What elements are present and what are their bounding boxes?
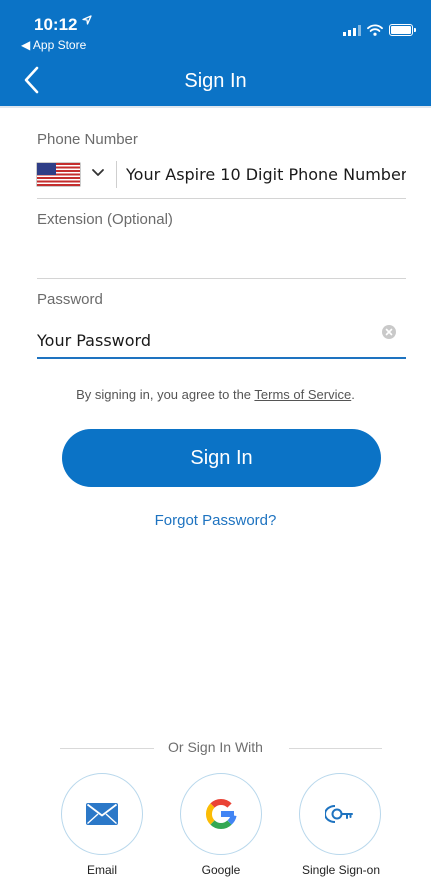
phone-number-input[interactable] [126, 163, 406, 185]
location-arrow-icon [82, 15, 92, 25]
status-icons [343, 24, 416, 36]
single-sign-on-label: Single Sign-on [301, 863, 381, 877]
app-header: 10:12 ◀ App Store Sign In [0, 0, 431, 106]
page-title: Sign In [184, 70, 247, 92]
sign-in-button[interactable]: Sign In [62, 429, 381, 487]
back-to-app-store-link[interactable]: ◀ App Store [21, 38, 86, 52]
header-divider [0, 106, 431, 108]
phone-divider [37, 198, 406, 199]
us-flag-icon[interactable] [37, 163, 80, 186]
single-sign-on-button[interactable] [299, 773, 381, 855]
forgot-password-link[interactable]: Forgot Password? [0, 512, 431, 529]
terms-of-service-link[interactable]: Terms of Service [254, 387, 351, 402]
google-sign-in-button[interactable] [180, 773, 262, 855]
google-icon [206, 799, 237, 829]
password-input[interactable] [37, 329, 372, 351]
phone-field-separator [116, 161, 117, 188]
or-sign-in-with-heading: Or Sign In With [168, 739, 263, 755]
wifi-icon [367, 24, 383, 36]
email-sign-in-button[interactable] [61, 773, 143, 855]
extension-divider [37, 278, 406, 279]
clear-text-icon[interactable] [382, 325, 396, 339]
phone-number-label: Phone Number [37, 131, 138, 148]
email-icon [86, 803, 118, 825]
google-label: Google [201, 863, 241, 877]
key-icon [325, 805, 353, 823]
password-divider [37, 357, 406, 359]
battery-icon [389, 24, 416, 36]
cellular-signal-icon [343, 24, 361, 36]
terms-suffix: . [351, 387, 355, 402]
extension-input[interactable] [37, 242, 406, 270]
password-label: Password [37, 291, 103, 308]
extension-label: Extension (Optional) [37, 211, 173, 228]
chevron-down-icon[interactable] [91, 168, 105, 178]
terms-notice: By signing in, you agree to the Terms of… [0, 387, 431, 402]
status-time: 10:12 [34, 15, 78, 34]
terms-prefix: By signing in, you agree to the [76, 387, 255, 402]
email-label: Email [86, 863, 117, 877]
